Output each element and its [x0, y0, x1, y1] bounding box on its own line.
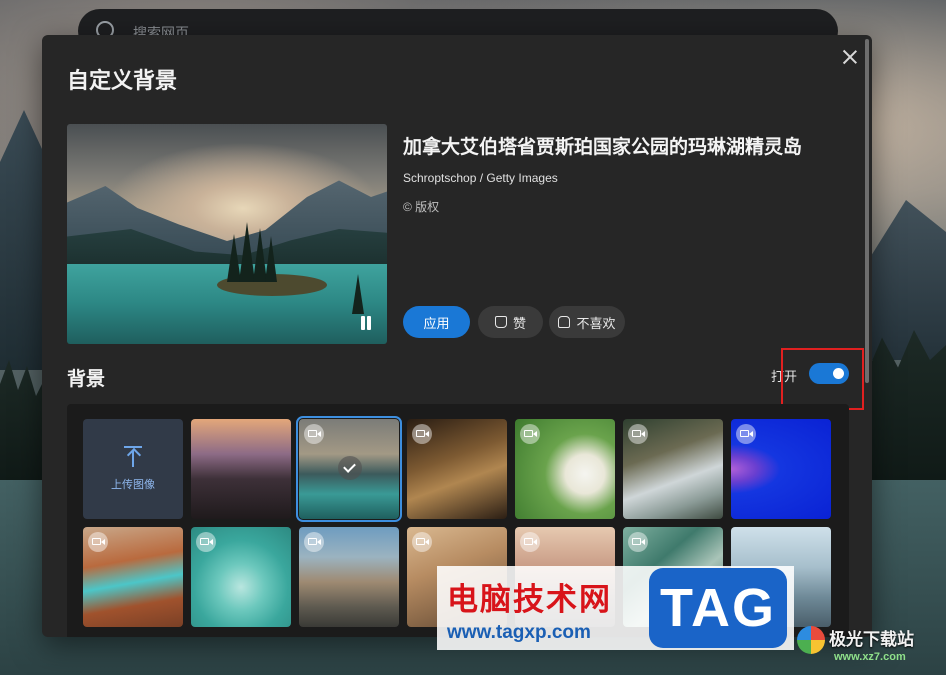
watermark-tag-logo: TAG	[649, 568, 787, 648]
video-icon	[412, 424, 432, 444]
dialog-title: 自定义背景	[67, 68, 178, 93]
close-icon[interactable]	[840, 47, 860, 67]
video-icon	[736, 424, 756, 444]
watermark-aurora-logo-icon	[797, 626, 825, 654]
highlight-annotation-box	[781, 348, 864, 410]
background-thumbnail[interactable]	[731, 419, 831, 519]
pause-icon[interactable]	[357, 314, 375, 332]
like-button[interactable]: 赞	[478, 306, 543, 338]
upload-icon	[124, 446, 142, 468]
background-thumbnail-selected[interactable]	[296, 416, 402, 522]
check-icon	[338, 456, 362, 480]
background-thumbnail[interactable]	[407, 419, 507, 519]
video-icon	[628, 532, 648, 552]
video-icon	[412, 532, 432, 552]
video-icon	[520, 424, 540, 444]
watermark-site-url: www.tagxp.com	[447, 622, 591, 643]
video-icon	[304, 532, 324, 552]
customize-background-dialog: 自定义背景 加拿大艾伯塔省贾斯珀国家公园的玛琳湖精灵岛 Schroptschop…	[42, 35, 872, 637]
video-icon	[628, 424, 648, 444]
scrollbar[interactable]	[865, 39, 869, 383]
background-preview-image	[67, 124, 387, 344]
upload-image-tile[interactable]: 上传图像	[83, 419, 183, 519]
video-icon	[88, 532, 108, 552]
video-icon	[520, 532, 540, 552]
apply-button[interactable]: 应用	[403, 306, 470, 338]
background-thumbnail[interactable]	[299, 527, 399, 627]
image-copyright[interactable]: © 版权	[403, 198, 439, 215]
thumbs-up-icon	[494, 316, 507, 328]
watermark-site-name: 电脑技术网	[447, 582, 612, 617]
background-thumbnail[interactable]	[83, 527, 183, 627]
like-label: 赞	[512, 315, 526, 331]
dislike-button[interactable]: 不喜欢	[549, 306, 625, 338]
video-icon	[196, 532, 216, 552]
upload-image-label: 上传图像	[111, 479, 155, 491]
background-thumbnail[interactable]	[515, 419, 615, 519]
background-thumbnail[interactable]	[191, 527, 291, 627]
background-thumbnail[interactable]	[623, 419, 723, 519]
watermark-site2-url: www.xz7.com	[834, 651, 906, 663]
video-icon	[304, 424, 324, 444]
image-credit: Schroptschop / Getty Images	[403, 171, 558, 185]
dislike-label: 不喜欢	[576, 315, 616, 331]
watermark-site2-name: 极光下载站	[829, 630, 914, 649]
background-section-title: 背景	[67, 369, 106, 390]
image-title: 加拿大艾伯塔省贾斯珀国家公园的玛琳湖精灵岛	[403, 137, 803, 158]
background-thumbnail[interactable]	[191, 419, 291, 519]
thumbs-down-icon	[558, 316, 571, 328]
